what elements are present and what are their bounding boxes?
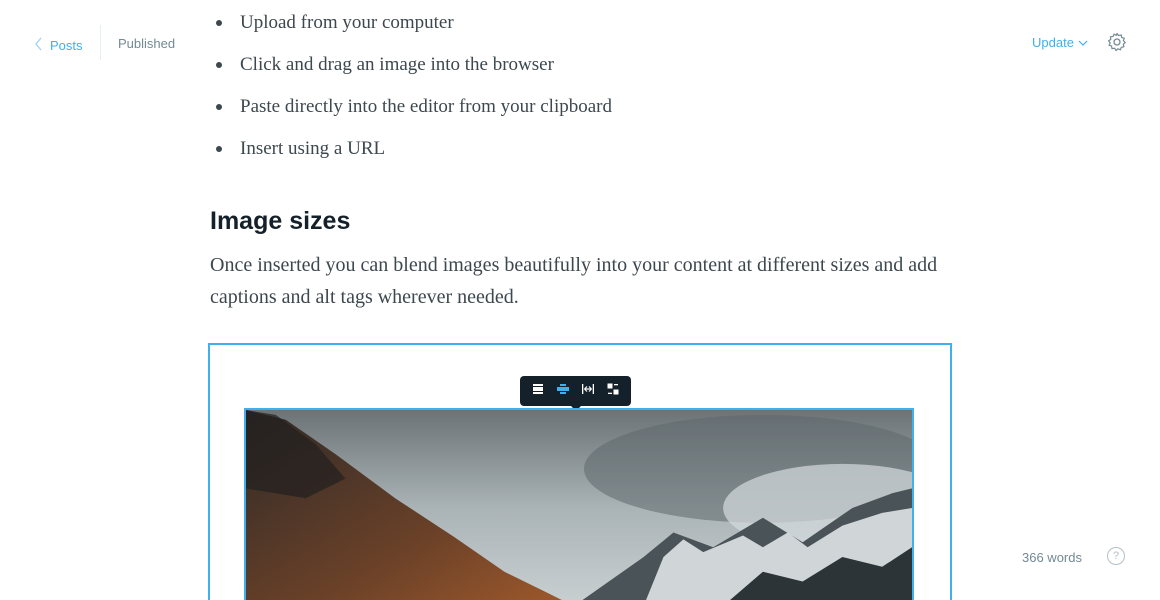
list-item[interactable]: Upload from your computer bbox=[210, 2, 612, 44]
width-wide-icon bbox=[557, 382, 570, 400]
gear-icon bbox=[1107, 32, 1127, 56]
help-button[interactable]: ? bbox=[1107, 547, 1125, 565]
width-regular-icon bbox=[532, 382, 544, 400]
header-divider bbox=[100, 25, 101, 60]
bullet-list[interactable]: Upload from your computer Click and drag… bbox=[210, 2, 612, 170]
help-icon: ? bbox=[1112, 550, 1120, 562]
update-button[interactable]: Update bbox=[1032, 35, 1088, 50]
back-to-posts-link[interactable]: Posts bbox=[34, 37, 83, 54]
replace-image-button[interactable] bbox=[604, 382, 622, 400]
list-item[interactable]: Click and drag an image into the browser bbox=[210, 44, 612, 86]
image-width-toolbar bbox=[520, 376, 631, 411]
back-link-label: Posts bbox=[50, 37, 83, 53]
update-button-label: Update bbox=[1032, 35, 1074, 50]
width-wide-button[interactable] bbox=[554, 382, 572, 400]
post-status: Published bbox=[118, 36, 176, 51]
chevron-left-icon bbox=[34, 37, 44, 54]
header-left: Posts bbox=[34, 30, 83, 60]
chevron-down-icon bbox=[1078, 35, 1088, 50]
body-paragraph[interactable]: Once inserted you can blend images beaut… bbox=[210, 249, 955, 313]
landscape-image[interactable] bbox=[244, 408, 914, 600]
list-item[interactable]: Insert using a URL bbox=[210, 128, 612, 170]
width-regular-button[interactable] bbox=[529, 382, 547, 400]
list-item[interactable]: Paste directly into the editor from your… bbox=[210, 86, 612, 128]
settings-button[interactable] bbox=[1107, 32, 1127, 52]
width-full-button[interactable] bbox=[579, 382, 597, 400]
section-heading[interactable]: Image sizes bbox=[210, 207, 350, 236]
replace-image-icon bbox=[607, 382, 619, 400]
word-count: 366 words bbox=[1022, 550, 1082, 565]
post-editor: Posts Published Update Upload from your … bbox=[0, 0, 1160, 600]
width-full-icon bbox=[581, 382, 594, 400]
